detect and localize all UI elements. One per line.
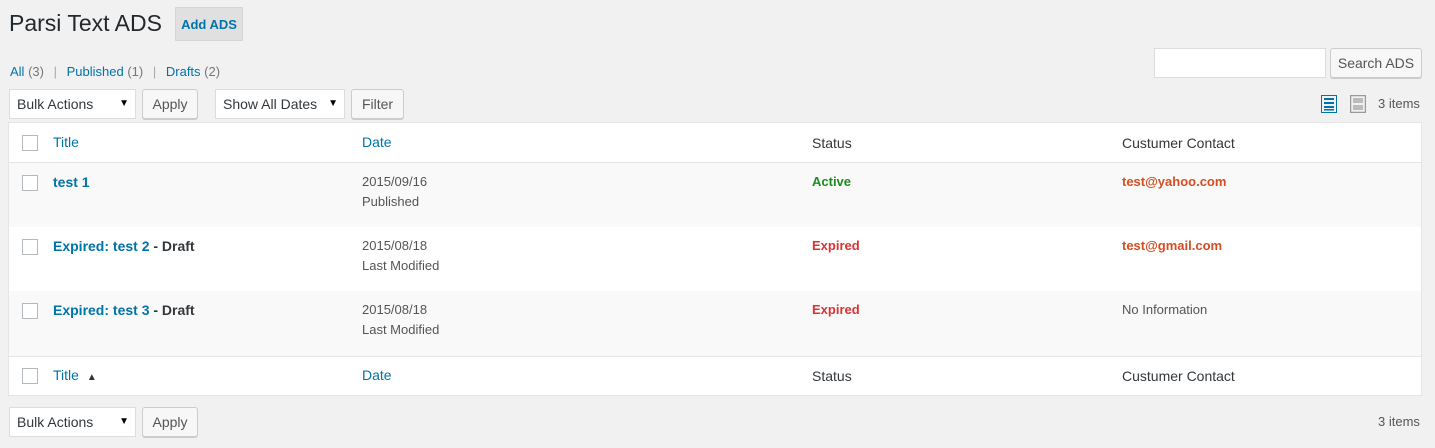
search-input[interactable] [1154,48,1326,78]
row-title-suffix: - Draft [149,302,195,318]
view-published-link[interactable]: Published [67,64,124,79]
view-published-count: (1) [127,64,144,79]
column-status-header: Status [812,135,852,151]
view-all-count: (3) [28,64,44,79]
items-count: 3 items [1378,96,1420,111]
row-contact: No Information [1122,302,1208,317]
column-status-footer: Status [812,368,852,384]
row-title-link[interactable]: Expired: test 2 [53,238,149,254]
dropdown-arrow-icon: ▼ [119,98,129,109]
table-row: Expired: test 2 - Draft 2015/08/18 Last … [9,227,1421,291]
apply-button-bottom[interactable]: Apply [142,407,198,437]
column-title-footer-label[interactable]: Title [53,367,79,383]
row-checkbox[interactable] [22,175,38,191]
row-date-label: Last Modified [362,322,440,337]
view-separator: | [53,64,57,79]
row-checkbox[interactable] [22,303,38,319]
row-title-suffix: - Draft [149,238,195,254]
table-footer: Title ▲ Date Status Custumer Contact [9,357,1421,395]
sort-ascending-icon: ▲ [86,372,97,383]
table-header: Title Date Status Custumer Contact [9,123,1421,163]
filter-button[interactable]: Filter [351,89,404,119]
view-all-link[interactable]: All [10,64,24,79]
row-date: 2015/08/18 [362,238,428,253]
row-date-label: Last Modified [362,258,440,273]
view-drafts-count: (2) [204,64,221,79]
bulk-actions-select-bottom[interactable]: Bulk Actions ▼ [9,407,136,437]
row-status: Expired [812,238,860,253]
bulk-actions-value: Bulk Actions [17,414,94,430]
row-title: test 1 [53,172,90,192]
list-view-icon[interactable] [1320,94,1338,114]
search-ads-button[interactable]: Search ADS [1330,48,1422,78]
row-status: Active [812,174,852,189]
row-date: 2015/09/16 [362,174,428,189]
select-all-checkbox[interactable] [22,368,38,384]
select-all-checkbox[interactable] [22,135,38,151]
row-title-link[interactable]: Expired: test 3 [53,302,149,318]
column-date-footer[interactable]: Date [362,365,392,385]
column-contact-footer: Custumer Contact [1122,368,1235,384]
bulk-actions-value: Bulk Actions [17,96,94,112]
view-filters: All (3) | Published (1) | Drafts (2) [10,63,220,81]
table-row: test 1 2015/09/16 Published Active test@… [9,163,1421,227]
row-date: 2015/08/18 [362,302,428,317]
excerpt-view-icon[interactable] [1349,94,1367,114]
apply-button[interactable]: Apply [142,89,198,119]
row-contact[interactable]: test@yahoo.com [1122,172,1226,192]
column-contact-header: Custumer Contact [1122,135,1235,151]
column-title-header[interactable]: Title [53,132,79,152]
column-date-header[interactable]: Date [362,132,392,152]
items-count-bottom: 3 items [1378,414,1420,429]
dates-select[interactable]: Show All Dates ▼ [215,89,345,119]
view-separator: | [152,64,157,79]
view-drafts-link[interactable]: Drafts [166,64,201,79]
bulk-actions-select[interactable]: Bulk Actions ▼ [9,89,136,119]
table-row: Expired: test 3 - Draft 2015/08/18 Last … [9,291,1421,356]
row-contact[interactable]: test@gmail.com [1122,236,1222,256]
ads-table: Title Date Status Custumer Contact test … [8,122,1422,396]
add-ads-button[interactable]: Add ADS [175,7,243,41]
dropdown-arrow-icon: ▼ [328,98,338,109]
row-title: Expired: test 2 - Draft [53,236,195,256]
row-status: Expired [812,302,860,317]
dates-value: Show All Dates [223,96,318,112]
row-title: Expired: test 3 - Draft [53,300,195,320]
page-title: Parsi Text ADS [9,10,162,36]
row-checkbox[interactable] [22,239,38,255]
column-title-footer[interactable]: Title ▲ [53,365,97,388]
row-title-link[interactable]: test 1 [53,174,90,190]
row-date-label: Published [362,194,420,209]
dropdown-arrow-icon: ▼ [119,416,129,427]
